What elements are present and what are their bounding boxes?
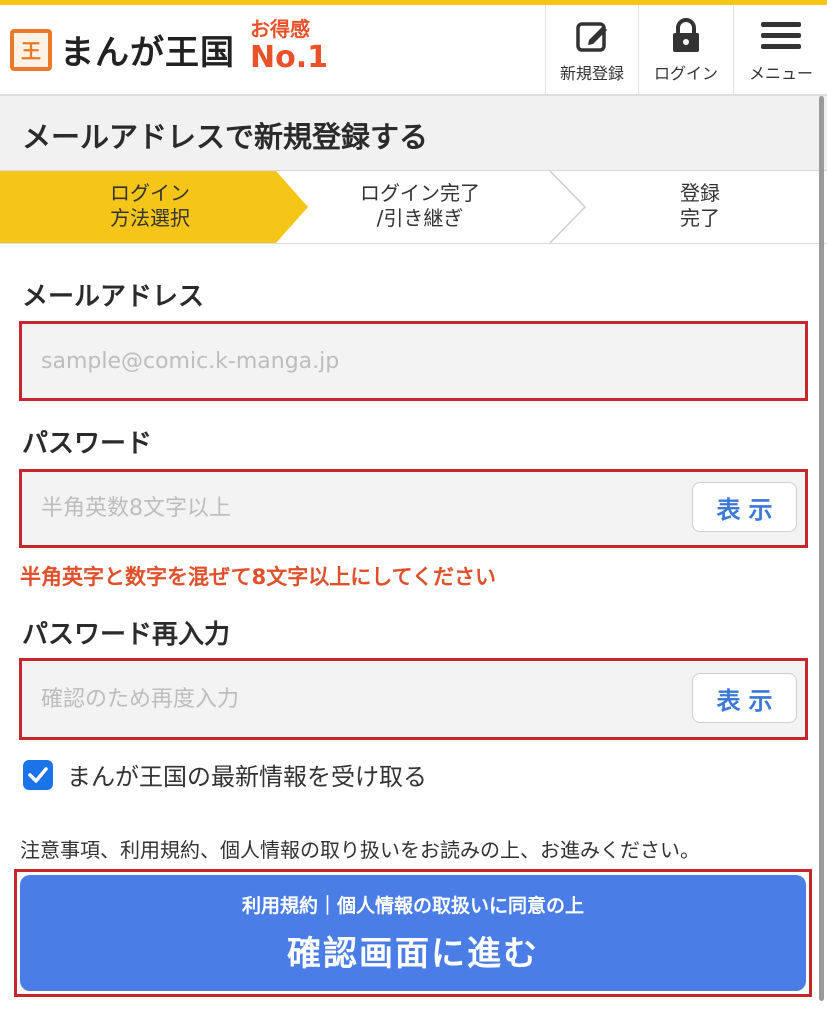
- step-1: ログイン 方法選択: [60, 181, 240, 231]
- scrollbar[interactable]: [819, 96, 824, 1001]
- nav-menu-button[interactable]: メニュー: [733, 5, 827, 94]
- newsletter-option[interactable]: まんが王国の最新情報を受け取る: [23, 757, 427, 792]
- password-confirm-field[interactable]: [41, 661, 681, 737]
- submit-button-highlight: 利用規約｜個人情報の取扱いに同意の上 確認画面に進む: [14, 869, 812, 997]
- password-confirm-show-button[interactable]: 表示: [692, 673, 797, 723]
- site-logo[interactable]: 王 まんが王国: [10, 25, 235, 74]
- page-title: メールアドレスで新規登録する: [22, 120, 429, 154]
- step-1-line1: ログイン: [110, 181, 190, 205]
- password-show-button[interactable]: 表示: [692, 482, 797, 532]
- password-confirm-field-box: 表示: [19, 658, 808, 740]
- step-2-line1: ログイン完了: [360, 181, 480, 205]
- step-3-line2: 完了: [680, 206, 720, 230]
- step-3-line1: 登録: [680, 181, 720, 205]
- email-field-box: [19, 321, 808, 401]
- nav-menu-label: メニュー: [748, 63, 813, 83]
- step-indicator: ログイン 方法選択 ログイン完了 /引き継ぎ 登録 完了: [0, 171, 827, 244]
- step-2-separator: [549, 171, 587, 243]
- step-1-line2: 方法選択: [110, 206, 190, 230]
- password-field-box: 表示: [19, 469, 808, 548]
- password-field[interactable]: [41, 472, 681, 545]
- edit-icon: [574, 16, 610, 56]
- step-2-line2: /引き継ぎ: [376, 206, 464, 230]
- hamburger-menu-icon: [761, 16, 801, 56]
- logo-text: まんが王国: [60, 33, 235, 73]
- password-label: パスワード: [22, 429, 153, 459]
- proceed-to-confirm-button[interactable]: 利用規約｜個人情報の取扱いに同意の上 確認画面に進む: [20, 875, 806, 991]
- badge-line2: No.1: [250, 40, 328, 75]
- logo-mark-icon: 王: [10, 28, 52, 71]
- password-error-message: 半角英字と数字を混ぜて8文字以上にしてください: [20, 565, 496, 589]
- nav-register-button[interactable]: 新規登録: [545, 5, 638, 94]
- lock-icon: [670, 16, 702, 56]
- email-label: メールアドレス: [22, 282, 205, 312]
- site-header: 王 まんが王国 お得感 No.1 新規登録 ログイン メニュー: [0, 5, 827, 96]
- newsletter-label: まんが王国の最新情報を受け取る: [67, 763, 427, 791]
- nav-login-button[interactable]: ログイン: [638, 5, 733, 94]
- submit-label: 確認画面に進む: [287, 934, 539, 974]
- step-2: ログイン完了 /引き継ぎ: [320, 181, 520, 231]
- step-3: 登録 完了: [620, 181, 780, 231]
- badge-line1: お得感: [250, 17, 310, 41]
- password-confirm-label: パスワード再入力: [22, 620, 231, 650]
- terms-notice: 注意事項、利用規約、個人情報の取り扱いをお読みの上、お進みください。: [20, 838, 700, 862]
- email-field[interactable]: [41, 324, 781, 398]
- nav-login-label: ログイン: [653, 63, 718, 83]
- newsletter-checkbox[interactable]: [23, 759, 53, 790]
- nav-register-label: 新規登録: [559, 63, 624, 83]
- promo-badge: お得感 No.1: [250, 19, 328, 73]
- page-title-bar: メールアドレスで新規登録する: [0, 96, 827, 171]
- checkmark-icon: [28, 766, 48, 783]
- submit-subtext: 利用規約｜個人情報の取扱いに同意の上: [241, 895, 584, 917]
